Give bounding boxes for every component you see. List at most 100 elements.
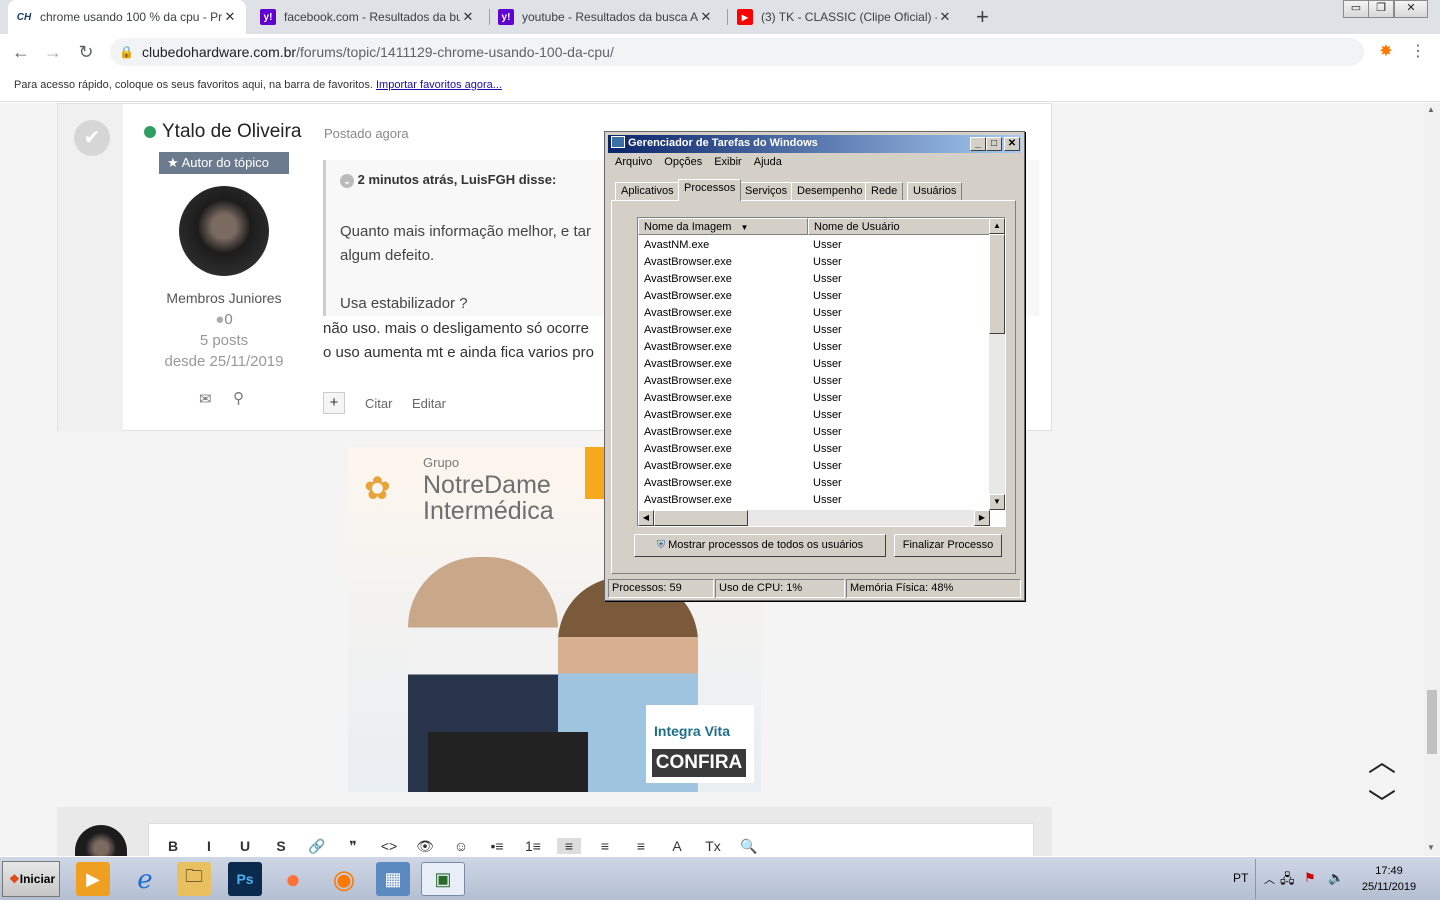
process-row[interactable]: AvastNM.exe Usser (644, 237, 842, 254)
back-icon[interactable]: ← (9, 40, 33, 64)
scroll-thumb[interactable] (654, 510, 748, 526)
restore-button[interactable]: ❐ (1368, 0, 1394, 18)
process-row[interactable]: AvastBrowser.exe Usser (644, 322, 842, 339)
process-row[interactable]: AvastBrowser.exe Usser (644, 339, 842, 356)
editor-tool-button[interactable]: 🔗 (305, 838, 329, 855)
vertical-scrollbar[interactable]: ▲ ▼ (989, 218, 1005, 510)
url-text[interactable]: clubedohardware.com.br/forums/topic/1411… (142, 44, 614, 60)
avatar[interactable] (179, 186, 269, 276)
internet-explorer-icon[interactable]: ℯ (128, 862, 162, 896)
process-row[interactable]: AvastBrowser.exe Usser (644, 492, 842, 509)
scroll-down-icon[interactable]: ▼ (1427, 843, 1435, 852)
avast-icon[interactable]: ✸ (1374, 40, 1398, 64)
process-row[interactable]: AvastBrowser.exe Usser (644, 407, 842, 424)
process-row[interactable]: AvastBrowser.exe Usser (644, 424, 842, 441)
tab-usuarios[interactable]: Usuários (907, 182, 963, 200)
process-list[interactable]: Nome da Imagem ▼ Nome de Usuário AvastNM… (637, 217, 1006, 527)
task-manager-titlebar[interactable]: Gerenciador de Tarefas do Windows _ □ ✕ (608, 135, 1021, 153)
media-player-icon[interactable]: ▶ (76, 862, 110, 896)
volume-icon[interactable]: 🔈 (1328, 870, 1344, 886)
tab-0[interactable]: CH chrome usando 100 % da cpu - Pro ✕ (8, 0, 246, 34)
tab-aplicativos[interactable]: Aplicativos (615, 182, 680, 200)
task-manager-window[interactable]: Gerenciador de Tarefas do Windows _ □ ✕ … (604, 131, 1025, 601)
folder-icon[interactable]: 🗀 (177, 862, 211, 896)
import-bookmarks-link[interactable]: Importar favoritos agora... (376, 79, 502, 91)
chevron-down-icon[interactable]: ⌄ (340, 174, 354, 188)
show-all-processes-button[interactable]: ⛨ Mostrar processos de todos os usuários (634, 534, 886, 557)
close-icon[interactable]: ✕ (698, 9, 714, 25)
process-row[interactable]: AvastBrowser.exe Usser (644, 390, 842, 407)
scroll-up-icon[interactable]: ▲ (1427, 105, 1435, 114)
process-row[interactable]: AvastBrowser.exe Usser (644, 356, 842, 373)
check-icon[interactable]: ✔ (74, 120, 110, 156)
editor-tool-button[interactable]: A (665, 838, 689, 854)
editor-tool-button[interactable]: B (161, 838, 185, 854)
column-header-user[interactable]: Nome de Usuário (808, 218, 991, 235)
tab-2[interactable]: y! youtube - Resultados da busca Avast ✕ (490, 0, 722, 34)
network-icon[interactable]: 🖧 (1280, 870, 1295, 892)
task-manager-taskbar-icon[interactable]: ▣ (421, 862, 465, 896)
maximize-button[interactable]: □ (986, 137, 1002, 151)
menu-arquivo[interactable]: Arquivo (615, 156, 652, 168)
menu-icon[interactable]: ⋮ (1406, 40, 1430, 64)
search-icon[interactable]: ⚲ (233, 389, 244, 407)
scroll-up-icon[interactable]: ▲ (989, 218, 1005, 234)
menu-opcoes[interactable]: Opções (664, 156, 702, 168)
end-process-button[interactable]: Finalizar Processo (894, 534, 1002, 557)
scroll-right-icon[interactable]: ▶ (974, 510, 990, 526)
scroll-bottom-icon[interactable]: ﹀ (1368, 782, 1396, 822)
tab-3[interactable]: ▶ (3) TK - CLASSIC (Clipe Oficial) - You… (729, 0, 961, 34)
author-name[interactable]: Ytalo de Oliveira (162, 121, 301, 143)
editor-tool-button[interactable]: 👁 (413, 838, 437, 855)
process-row[interactable]: AvastBrowser.exe Usser (644, 271, 842, 288)
scroll-top-icon[interactable]: ︿ (1368, 740, 1396, 780)
reload-icon[interactable]: ↻ (74, 40, 98, 64)
editor-tool-button[interactable]: ❞ (341, 838, 365, 855)
column-header-image[interactable]: Nome da Imagem ▼ (638, 218, 808, 235)
control-panel-icon[interactable]: ▦ (376, 862, 410, 896)
scroll-left-icon[interactable]: ◀ (638, 510, 654, 526)
menu-exibir[interactable]: Exibir (714, 156, 742, 168)
avast-browser-icon[interactable]: ◉ (327, 862, 361, 896)
chevron-up-icon[interactable]: ︿ (1264, 871, 1275, 887)
clock-time[interactable]: 17:49 (1356, 865, 1422, 877)
envelope-icon[interactable]: ✉ (199, 390, 212, 408)
editor-tool-button[interactable]: 🔍 (737, 838, 761, 855)
scroll-down-icon[interactable]: ▼ (989, 494, 1005, 510)
menu-ajuda[interactable]: Ajuda (754, 156, 782, 168)
editor-tool-button[interactable]: ≡ (629, 838, 653, 854)
close-icon[interactable]: ✕ (222, 9, 238, 25)
process-row[interactable]: AvastBrowser.exe Usser (644, 254, 842, 271)
ad-cta[interactable]: CONFIRA (652, 749, 746, 777)
minimize-button[interactable]: ▭ (1343, 0, 1369, 18)
firefox-icon[interactable]: ● (276, 862, 310, 896)
language-indicator[interactable]: PT (1233, 871, 1248, 885)
tab-desempenho[interactable]: Desempenho (791, 182, 869, 200)
photoshop-icon[interactable]: Ps (228, 862, 262, 896)
editor-tool-button[interactable]: ≡ (593, 838, 617, 854)
editor-tool-button[interactable]: •≡ (485, 838, 509, 854)
process-row[interactable]: AvastBrowser.exe Usser (644, 475, 842, 492)
clock-date[interactable]: 25/11/2019 (1356, 881, 1422, 893)
plus-icon[interactable]: + (323, 392, 345, 414)
tab-rede[interactable]: Rede (865, 182, 904, 200)
edit-button[interactable]: Editar (412, 396, 446, 411)
close-icon[interactable]: ✕ (937, 9, 953, 25)
editor-tool-button[interactable]: S (269, 838, 293, 854)
process-row[interactable]: AvastBrowser.exe Usser (644, 288, 842, 305)
close-window-button[interactable]: ✕ (1394, 0, 1428, 18)
process-row[interactable]: AvastBrowser.exe Usser (644, 458, 842, 475)
editor-tool-button[interactable]: Tx (701, 838, 725, 854)
close-icon[interactable]: ✕ (460, 9, 476, 25)
start-button[interactable]: ❖Iniciar (2, 861, 60, 897)
editor-tool-button[interactable]: ≡ (557, 838, 581, 854)
minimize-button[interactable]: _ (970, 137, 986, 151)
scroll-thumb[interactable] (1427, 690, 1437, 754)
close-button[interactable]: ✕ (1004, 137, 1020, 151)
horizontal-scrollbar[interactable]: ◀ ▶ (638, 510, 990, 526)
scroll-thumb[interactable] (989, 234, 1005, 334)
process-row[interactable]: AvastBrowser.exe Usser (644, 373, 842, 390)
editor-tool-button[interactable]: 1≡ (521, 838, 545, 854)
editor-tool-button[interactable]: ☺ (449, 838, 473, 854)
process-row[interactable]: AvastBrowser.exe Usser (644, 305, 842, 322)
